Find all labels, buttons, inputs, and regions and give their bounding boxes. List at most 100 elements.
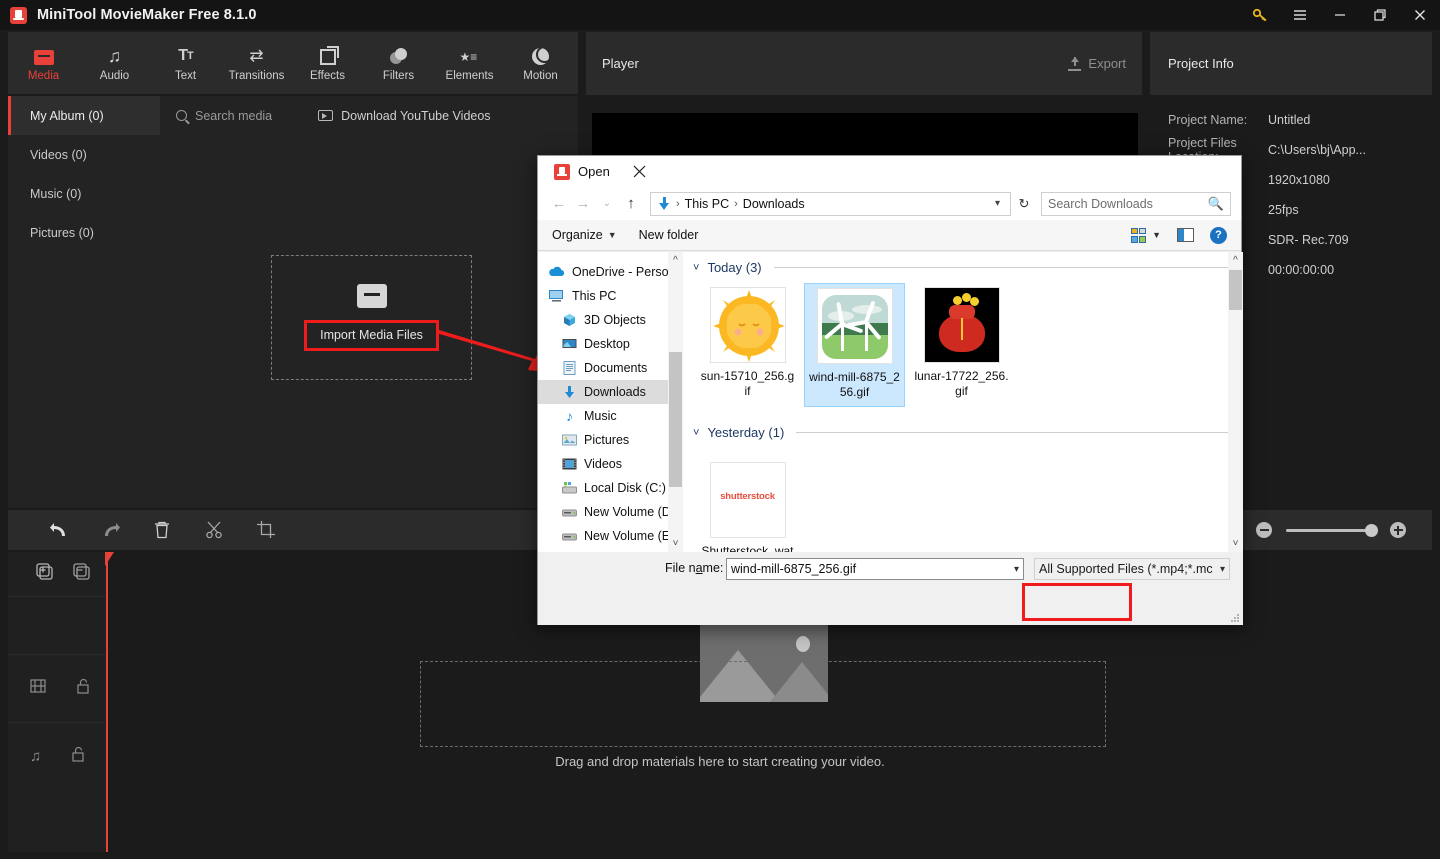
chevron-down-icon[interactable]: ▾ — [1014, 564, 1019, 575]
import-media-files-button[interactable]: Import Media Files — [304, 319, 439, 352]
nav-item-3d-objects[interactable]: 3D Objects — [538, 308, 683, 332]
nav-item-new-volume-e[interactable]: New Volume (E:) — [538, 524, 683, 548]
tab-text[interactable]: TT Text — [150, 32, 221, 94]
minimize-button[interactable] — [1320, 0, 1360, 30]
info-value: 25fps — [1268, 203, 1299, 217]
nav-item-documents[interactable]: Documents — [538, 356, 683, 380]
nav-item-music[interactable]: ♪ Music — [538, 404, 683, 428]
this-pc-icon — [549, 290, 563, 302]
back-button[interactable]: ← — [548, 192, 570, 216]
export-button[interactable]: Export — [1068, 56, 1126, 71]
tab-label: Audio — [99, 69, 130, 82]
menu-icon[interactable] — [1280, 0, 1320, 30]
tab-effects[interactable]: Effects — [292, 32, 363, 94]
file-thumbnail — [923, 287, 1000, 363]
nav-item-label: Videos — [584, 457, 622, 471]
file-type-select[interactable]: All Supported Files (*.mp4;*.mc ▾ — [1034, 558, 1230, 580]
key-icon[interactable] — [1240, 0, 1280, 30]
group-header-today[interactable]: ˅ Today (3) — [683, 252, 1243, 275]
nav-item-pictures[interactable]: Pictures — [538, 428, 683, 452]
info-label: Project Name: — [1168, 113, 1248, 127]
refresh-button[interactable]: ↻ — [1013, 192, 1035, 216]
tab-motion[interactable]: Motion — [505, 32, 576, 94]
preview-pane-icon[interactable] — [1177, 228, 1194, 242]
breadcrumb-separator: › — [734, 197, 738, 210]
file-name-input[interactable]: wind-mill-6875_256.gif ▾ — [726, 558, 1024, 580]
add-track-icon[interactable] — [36, 563, 53, 585]
scroll-down-icon[interactable]: ˅ — [668, 535, 683, 552]
file-tile-sun[interactable]: sun-15710_256.gif — [697, 283, 798, 407]
tab-elements[interactable]: ★≡ Elements — [434, 32, 505, 94]
nav-item-label: New Volume (E:) — [584, 529, 678, 543]
zoom-slider[interactable] — [1286, 523, 1378, 537]
nav-pane-scrollbar[interactable]: ^ ˅ — [668, 252, 683, 552]
nav-item-videos[interactable]: Videos — [538, 452, 683, 476]
nav-pane-scroll-thumb[interactable] — [669, 352, 682, 487]
sidebar-item-pictures[interactable]: Pictures (0) — [8, 213, 160, 252]
nav-item-desktop[interactable]: Desktop — [538, 332, 683, 356]
windmill-thumbnail — [821, 295, 888, 359]
close-button[interactable] — [1400, 0, 1440, 30]
sidebar-item-my-album[interactable]: My Album (0) — [8, 96, 160, 135]
delete-button[interactable] — [136, 510, 188, 550]
breadcrumb-item-downloads[interactable]: Downloads — [743, 197, 805, 211]
forward-button[interactable]: → — [572, 192, 594, 216]
view-options-icon[interactable] — [1131, 227, 1147, 243]
tab-transitions[interactable]: ⇄ Transitions — [221, 32, 292, 94]
scroll-down-icon[interactable]: ˅ — [1228, 535, 1243, 552]
new-folder-button[interactable]: New folder — [639, 228, 699, 242]
file-tile-windmill[interactable]: wind-mill-6875_256.gif — [804, 283, 905, 407]
tab-audio[interactable]: ♫ Audio — [79, 32, 150, 94]
nav-item-downloads[interactable]: Downloads — [538, 380, 683, 404]
zoom-in-button[interactable] — [1390, 522, 1406, 538]
file-pane-scrollbar[interactable]: ^ ˅ — [1228, 252, 1243, 552]
info-row: Project Name: Untitled — [1150, 105, 1432, 135]
breadcrumb[interactable]: › This PC › Downloads ▾ — [650, 191, 1011, 216]
crop-button[interactable] — [240, 510, 292, 550]
sidebar-item-videos[interactable]: Videos (0) — [8, 135, 160, 174]
tab-media[interactable]: Media — [8, 32, 79, 94]
breadcrumb-item-this-pc[interactable]: This PC — [685, 197, 729, 211]
split-button[interactable] — [188, 510, 240, 550]
search-placeholder: Search media — [195, 108, 273, 123]
file-tile-shutterstock[interactable]: shutterstock Shutterstock_watermark-re — [697, 458, 798, 552]
undo-button[interactable] — [32, 510, 84, 550]
timeline-dropzone[interactable] — [420, 661, 1106, 747]
chevron-down-icon[interactable]: ˅ — [693, 262, 699, 274]
redo-button[interactable] — [84, 510, 136, 550]
remove-track-icon[interactable] — [73, 563, 90, 585]
tab-filters[interactable]: Filters — [363, 32, 434, 94]
sidebar-item-music[interactable]: Music (0) — [8, 174, 160, 213]
chevron-down-icon[interactable]: ▾ — [1217, 564, 1225, 575]
nav-item-new-volume-d[interactable]: New Volume (D: — [538, 500, 683, 524]
nav-item-local-disk-c[interactable]: Local Disk (C:) — [538, 476, 683, 500]
close-icon[interactable] — [618, 156, 662, 187]
nav-item-onedrive[interactable]: OneDrive - Person — [538, 260, 683, 284]
up-button[interactable]: ↑ — [620, 192, 642, 216]
chevron-down-icon[interactable]: ▼ — [1152, 230, 1161, 240]
scroll-up-icon[interactable]: ^ — [668, 252, 683, 269]
zoom-out-button[interactable] — [1256, 522, 1272, 538]
nav-item-label: Downloads — [584, 385, 646, 399]
organize-button[interactable]: Organize ▼ — [552, 228, 617, 242]
nav-item-this-pc[interactable]: This PC — [538, 284, 683, 308]
resize-grip[interactable] — [1230, 613, 1239, 622]
chevron-down-icon[interactable]: ▾ — [995, 198, 1006, 209]
file-tile-lunar[interactable]: lunar-17722_256.gif — [911, 283, 1012, 407]
tab-label: Media — [27, 69, 60, 82]
player-header: Player Export — [586, 32, 1142, 95]
search-media-input[interactable]: Search media — [176, 109, 272, 123]
scroll-up-icon[interactable]: ^ — [1228, 252, 1243, 269]
video-track-unlock-icon[interactable] — [76, 678, 91, 699]
search-downloads-input[interactable]: Search Downloads 🔍 — [1041, 191, 1231, 216]
chevron-down-icon[interactable]: ˅ — [693, 427, 699, 439]
group-header-yesterday[interactable]: ˅ Yesterday (1) — [683, 407, 1243, 440]
restore-button[interactable] — [1360, 0, 1400, 30]
folder-icon — [33, 45, 54, 65]
recent-locations-button[interactable]: ⌄ — [596, 192, 618, 216]
zoom-slider-knob[interactable] — [1365, 523, 1378, 537]
download-youtube-button[interactable]: Download YouTube Videos — [318, 109, 491, 123]
help-icon[interactable]: ? — [1210, 226, 1227, 244]
file-pane-scroll-thumb[interactable] — [1229, 270, 1242, 310]
file-list-pane[interactable]: ˅ Today (3) sun-15710_256.gif wind-mill-… — [683, 252, 1243, 552]
